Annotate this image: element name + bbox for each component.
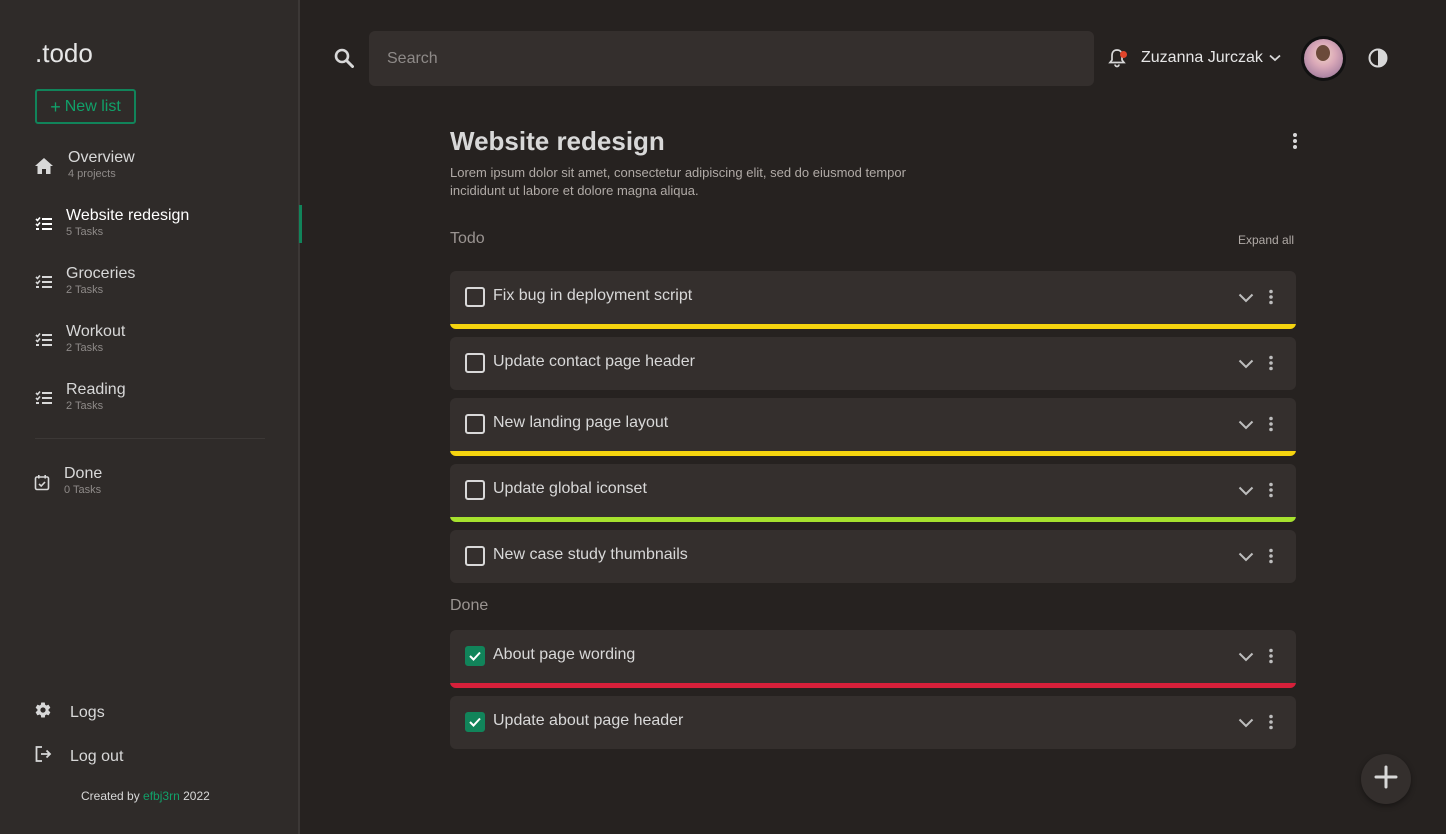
task-checkbox[interactable] (465, 546, 485, 566)
plus-icon (1374, 765, 1398, 794)
task-checkbox[interactable] (465, 414, 485, 434)
avatar-image (1304, 39, 1343, 78)
task-checkbox[interactable] (465, 353, 485, 373)
search-input[interactable] (369, 31, 1094, 86)
kebab-menu-icon[interactable] (1287, 132, 1303, 155)
list-icon (34, 330, 54, 350)
task-title: Update about page header (493, 712, 684, 729)
task-title: Update contact page header (493, 353, 695, 370)
task-checkbox[interactable] (465, 287, 485, 307)
list-icon (34, 388, 54, 408)
task-title: New case study thumbnails (493, 546, 688, 563)
plus-icon: + (50, 96, 61, 117)
sidebar-item-count: 4 projects (68, 168, 116, 180)
task-title: Fix bug in deployment script (493, 287, 693, 304)
priority-bar (450, 517, 1296, 522)
chevron-down-icon (1269, 49, 1281, 67)
list-icon (34, 272, 54, 292)
task-checkbox[interactable] (465, 712, 485, 732)
expand-all-button[interactable]: Expand all (1238, 233, 1294, 247)
chevron-down-icon[interactable] (1238, 417, 1254, 435)
new-list-label: New list (64, 97, 121, 115)
logs-label: Logs (70, 703, 105, 721)
check-icon (469, 717, 481, 727)
logs-link[interactable]: Logs (34, 701, 105, 724)
calendar-check-icon (32, 472, 52, 492)
sidebar-item-label: Overview (68, 149, 135, 166)
priority-bar (450, 683, 1296, 688)
chevron-down-icon[interactable] (1238, 483, 1254, 501)
search-icon[interactable] (334, 48, 354, 73)
chevron-down-icon[interactable] (1238, 356, 1254, 374)
task-item[interactable]: Fix bug in deployment script (450, 271, 1296, 329)
priority-bar (450, 451, 1296, 456)
sidebar-item-website-redesign[interactable]: Website redesign 5 Tasks (0, 201, 302, 247)
todo-section-label: Todo (450, 230, 485, 247)
sidebar-item-count: 0 Tasks (64, 484, 102, 496)
sidebar-item-count: 2 Tasks (66, 284, 104, 296)
sidebar-item-count: 2 Tasks (66, 342, 104, 354)
kebab-menu-icon[interactable] (1268, 648, 1274, 669)
credits-author-link[interactable]: efbj3rn (143, 789, 180, 803)
chevron-down-icon[interactable] (1238, 290, 1254, 308)
task-title: About page wording (493, 646, 636, 663)
kebab-menu-icon[interactable] (1268, 289, 1274, 310)
logout-icon (34, 745, 52, 768)
logout-link[interactable]: Log out (34, 745, 123, 768)
check-icon (469, 651, 481, 661)
sidebar-divider (35, 438, 265, 439)
project-description: Lorem ipsum dolor sit amet, consectetur … (450, 165, 906, 198)
app-logo: .todo (35, 38, 93, 68)
credits-year: 2022 (183, 789, 210, 803)
kebab-menu-icon[interactable] (1268, 714, 1274, 735)
sidebar-item-done[interactable]: Done 0 Tasks (0, 459, 300, 505)
sidebar-item-label: Groceries (66, 265, 136, 282)
task-title: New landing page layout (493, 414, 669, 431)
sidebar-item-label: Reading (66, 381, 126, 398)
chevron-down-icon[interactable] (1238, 715, 1254, 733)
chevron-down-icon[interactable] (1238, 649, 1254, 667)
kebab-menu-icon[interactable] (1268, 416, 1274, 437)
task-item[interactable]: New landing page layout (450, 398, 1296, 456)
task-item[interactable]: Update global iconset (450, 464, 1296, 522)
task-checkbox[interactable] (465, 480, 485, 500)
priority-bar (450, 324, 1296, 329)
sidebar-item-overview[interactable]: Overview 4 projects (0, 143, 300, 189)
sidebar-item-label: Done (64, 465, 103, 482)
kebab-menu-icon[interactable] (1268, 548, 1274, 569)
home-icon (34, 156, 54, 176)
task-item[interactable]: About page wording (450, 630, 1296, 688)
sidebar-item-label: Website redesign (66, 207, 190, 224)
add-task-button[interactable] (1361, 754, 1411, 804)
kebab-menu-icon[interactable] (1268, 355, 1274, 376)
chevron-down-icon[interactable] (1238, 549, 1254, 567)
task-item[interactable]: Update about page header (450, 696, 1296, 749)
logout-label: Log out (70, 747, 124, 765)
done-section-label: Done (450, 597, 489, 614)
sidebar-item-reading[interactable]: Reading 2 Tasks (0, 375, 300, 421)
task-item[interactable]: Update contact page header (450, 337, 1296, 390)
new-list-button[interactable]: + New list (35, 89, 136, 124)
user-menu[interactable]: Zuzanna Jurczak (1141, 49, 1281, 67)
sidebar-item-workout[interactable]: Workout 2 Tasks (0, 317, 300, 363)
sidebar-item-groceries[interactable]: Groceries 2 Tasks (0, 259, 300, 305)
sidebar-item-label: Workout (66, 323, 126, 340)
credits: Created by efbj3rn 2022 (81, 789, 210, 803)
task-item[interactable]: New case study thumbnails (450, 530, 1296, 583)
sidebar-item-count: 2 Tasks (66, 400, 104, 412)
theme-toggle-icon[interactable] (1368, 48, 1388, 73)
list-icon (34, 214, 54, 234)
notification-dot (1120, 51, 1127, 58)
sidebar: .todo + New list Overview 4 projects Web… (0, 0, 302, 834)
task-checkbox[interactable] (465, 646, 485, 666)
avatar[interactable] (1301, 36, 1346, 81)
sidebar-item-count: 5 Tasks (66, 226, 104, 238)
credits-prefix: Created by (81, 789, 140, 803)
gear-icon (34, 701, 52, 724)
page-title: Website redesign (450, 126, 665, 156)
kebab-menu-icon[interactable] (1268, 482, 1274, 503)
username-label: Zuzanna Jurczak (1141, 49, 1263, 66)
task-title: Update global iconset (493, 480, 647, 497)
